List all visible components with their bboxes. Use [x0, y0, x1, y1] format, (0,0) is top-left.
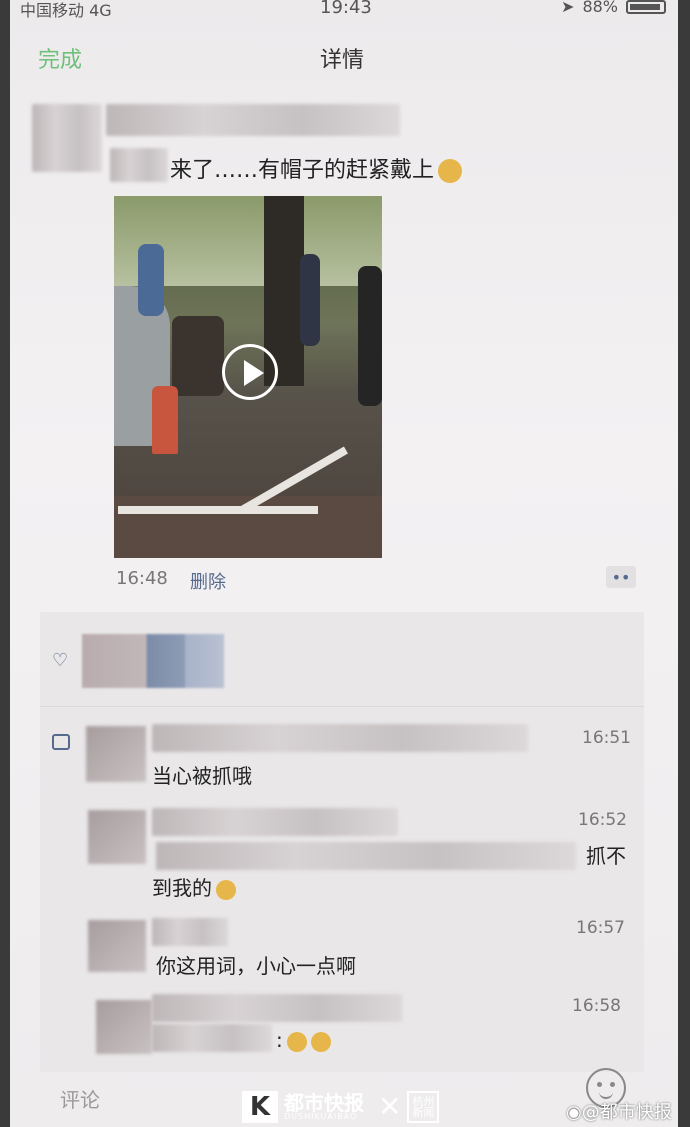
brand-name: 都市快报 DUSHIKUAIBAO	[284, 1093, 364, 1121]
video-scene-scooter	[172, 316, 224, 396]
comment-time: 16:51	[582, 728, 631, 748]
commenter-name-blurred[interactable]	[152, 808, 398, 836]
comment-time: 16:58	[572, 996, 621, 1016]
author-name-blurred[interactable]	[106, 104, 400, 136]
post-text: 来了……有帽子的赶紧戴上	[170, 152, 463, 184]
phone-screen: 中国移动 4G 19:43 ➤ 88% 完成 详情 来了……有帽子的赶紧戴上 1…	[10, 0, 678, 1127]
cross-icon: ✕	[378, 1090, 402, 1123]
play-icon[interactable]	[222, 344, 278, 400]
commenter-avatar[interactable]	[88, 920, 146, 972]
smirk-emoji-icon	[216, 879, 236, 900]
video-scene-person	[138, 244, 164, 316]
commenter-avatar[interactable]	[96, 1000, 152, 1054]
commenter-avatar[interactable]	[86, 726, 146, 782]
video-scene-person	[358, 266, 382, 406]
post-timestamp: 16:48	[116, 568, 168, 589]
delete-link[interactable]: 删除	[190, 568, 226, 594]
comment-text-tail: 抓不	[586, 844, 626, 868]
brand-name-cn: 都市快报	[284, 1090, 364, 1115]
comment-text-colon: :	[276, 1028, 283, 1052]
comment-time: 16:52	[578, 810, 627, 830]
status-time: 19:43	[320, 0, 372, 18]
network-type: 4G	[89, 1, 112, 20]
post-text-blurred-prefix	[110, 148, 168, 182]
carrier-name: 中国移动	[20, 1, 85, 20]
battery-percent: 88%	[582, 0, 618, 16]
comment-text: 到我的	[152, 876, 212, 900]
done-button[interactable]: 完成	[38, 42, 82, 74]
more-actions-button[interactable]: ••	[606, 566, 636, 588]
heart-icon: ♡	[52, 650, 69, 671]
brand-logo-icon: K	[242, 1090, 278, 1123]
comment-text-line2: 到我的	[152, 872, 236, 901]
laughing-emoji-icon	[286, 1031, 307, 1052]
battery-icon	[626, 0, 666, 14]
comment-text: :	[276, 1028, 331, 1052]
partner-logo: 杭州新闻	[407, 1090, 440, 1123]
divider	[40, 706, 644, 707]
commenter-avatar[interactable]	[88, 810, 146, 864]
page-title: 详情	[320, 48, 365, 73]
comment-text-blurred	[156, 842, 576, 870]
brand-name-en: DUSHIKUAIBAO	[284, 1111, 358, 1121]
video-scene-person	[300, 254, 320, 346]
comment-input[interactable]: 评论	[60, 1084, 100, 1113]
status-bar: 中国移动 4G 19:43 ➤ 88%	[10, 0, 678, 22]
crying-emoji-icon	[438, 159, 463, 183]
weibo-handle: @都市快报	[581, 1102, 672, 1123]
video-scene-cone	[152, 386, 178, 454]
comment-text: 当心被抓哦	[152, 764, 252, 788]
laughing-emoji-icon	[310, 1031, 331, 1052]
parking-line	[118, 506, 318, 514]
comment-time: 16:57	[576, 918, 625, 938]
commenter-name-blurred[interactable]	[152, 918, 228, 946]
liker-avatars-blurred[interactable]	[82, 634, 224, 688]
commenter-name-blurred[interactable]	[152, 724, 528, 752]
author-avatar[interactable]	[32, 104, 102, 172]
commenter-name-blurred[interactable]	[152, 994, 402, 1022]
carrier-label: 中国移动 4G	[20, 0, 112, 21]
comment-text-blurred	[152, 1024, 272, 1052]
comment-text: 你这用词，小心一点啊	[156, 954, 356, 978]
status-right: ➤ 88%	[561, 0, 666, 16]
location-icon: ➤	[561, 0, 575, 16]
video-thumbnail[interactable]	[114, 196, 382, 558]
post-text-content: 来了……有帽子的赶紧戴上	[170, 158, 435, 183]
weibo-icon: ◉	[566, 1102, 582, 1123]
news-watermark: K 都市快报 DUSHIKUAIBAO ✕ 杭州新闻	[242, 1090, 440, 1123]
comment-icon	[52, 734, 70, 750]
weibo-watermark: ◉@都市快报	[566, 1098, 672, 1124]
